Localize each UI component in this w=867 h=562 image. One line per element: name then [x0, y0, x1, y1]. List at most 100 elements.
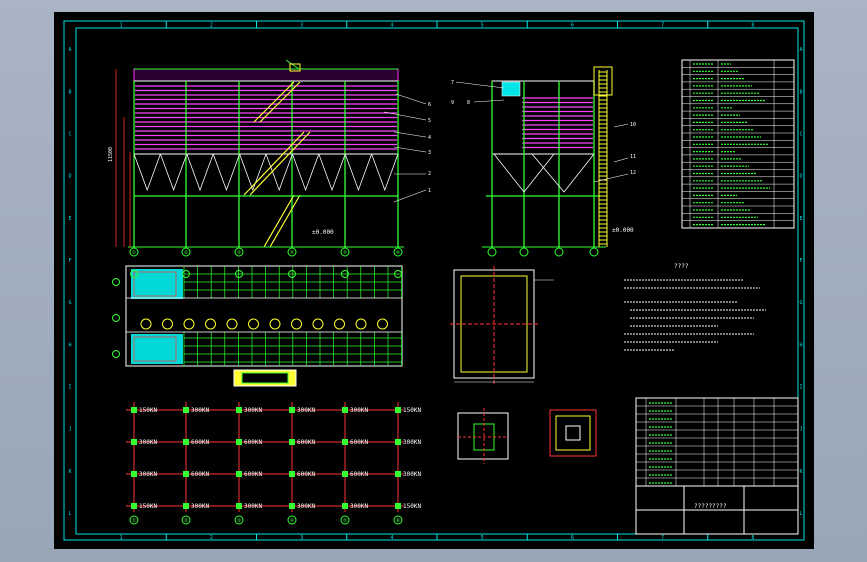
axis-label: ⑥ — [396, 518, 401, 524]
frame-row-label: G — [799, 300, 802, 306]
plan-nozzle — [248, 318, 259, 330]
load-label: 300KN — [139, 439, 157, 446]
drawing-canvas: 1122334455667788A AB BC CD DE EF FG GH HI IJ JK KL L — [63, 20, 805, 541]
drawing-sheet: 1122334455667788AABBCCDDEEFFGGHHIIJJKKLL — [54, 12, 814, 549]
axis-label: ③ — [237, 250, 242, 256]
axis-label: ④ — [290, 250, 295, 256]
foundation-pier — [236, 439, 242, 445]
frame-row-label: G — [68, 300, 71, 306]
frame-row-label: L — [68, 511, 71, 517]
load-label: 300KN — [297, 407, 315, 414]
svg-text:9: 9 — [451, 100, 454, 106]
cad-viewport[interactable]: 1122334455667788AABBCCDDEEFFGGHHIIJJKKLL — [0, 0, 867, 562]
frame-col-label: 1 — [120, 23, 123, 29]
foundation-pier — [289, 503, 295, 509]
frame-row-label: A — [68, 47, 71, 53]
frame-col-label: 2 — [210, 23, 213, 29]
frame-row-label: H — [68, 342, 71, 348]
frame-col-label: 8 — [751, 23, 754, 29]
load-label: 150KN — [139, 503, 157, 510]
title-block-name: ????????? — [694, 503, 727, 510]
foundation-pier — [395, 503, 401, 509]
foundation-pier — [289, 407, 295, 413]
load-label: 150KN — [403, 407, 421, 414]
axis-label: ③ — [237, 518, 242, 524]
foundation-pier — [131, 407, 137, 413]
load-label: 600KN — [244, 439, 262, 446]
load-label: 300KN — [350, 407, 368, 414]
load-label: 150KN — [139, 407, 157, 414]
axis-bubble — [112, 278, 120, 286]
svg-text:10: 10 — [630, 122, 636, 128]
load-label: 300KN — [297, 503, 315, 510]
frame-row-label: J — [799, 427, 802, 433]
small-details — [457, 408, 597, 464]
foundation-pier — [342, 407, 348, 413]
ash-hopper — [344, 153, 372, 192]
svg-text:4: 4 — [428, 135, 431, 141]
ash-hopper — [186, 153, 214, 192]
frame-row-label: B — [799, 89, 802, 95]
foundation-pier — [342, 471, 348, 477]
frame-col-label: 7 — [661, 535, 664, 541]
foundation-pier — [395, 407, 401, 413]
foundation-pier — [342, 503, 348, 509]
ash-hopper — [318, 153, 346, 192]
frame-col-label: 5 — [481, 23, 484, 29]
bom-frame — [635, 397, 799, 487]
foundation-pier — [236, 471, 242, 477]
svg-text:7: 7 — [451, 80, 454, 86]
notes: ???? — [624, 263, 766, 351]
axis-label: ⑥ — [396, 250, 401, 256]
frame-col-label: 2 — [210, 535, 213, 541]
ash-hopper — [133, 153, 161, 192]
axis-label: ① — [132, 518, 137, 524]
load-label: 300KN — [191, 503, 209, 510]
frame-row-label: L — [799, 511, 802, 517]
frame-row-label: I — [799, 384, 802, 390]
frame-row-label: K — [799, 469, 802, 475]
frame-col-label: 6 — [571, 535, 574, 541]
axis-label: ④ — [290, 518, 295, 524]
load-label: 300KN — [403, 471, 421, 478]
side-elevation: 7 9 8 10 11 12 ±0.000 — [451, 66, 636, 257]
plan-nozzle — [162, 318, 173, 330]
frame-row-label: F — [68, 258, 71, 264]
foundation-pier — [395, 439, 401, 445]
ground-level-mark: ±0.000 — [312, 229, 334, 236]
foundation-pier — [342, 439, 348, 445]
svg-text:3: 3 — [428, 150, 431, 156]
frame-col-label: 4 — [390, 535, 393, 541]
axis-bubble — [112, 314, 120, 322]
frame-col-label: 7 — [661, 23, 664, 29]
notes-title: ???? — [674, 263, 689, 270]
plan-nozzle — [334, 318, 345, 330]
parameter-table — [681, 59, 795, 229]
foundation-pier — [236, 407, 242, 413]
foundation-pier — [131, 471, 137, 477]
load-label: 600KN — [350, 439, 368, 446]
frame-col-label: 4 — [390, 23, 393, 29]
frame-row-label: E — [68, 216, 71, 222]
load-label: 300KN — [139, 471, 157, 478]
svg-text:2: 2 — [428, 171, 431, 177]
load-label: 600KN — [297, 439, 315, 446]
axis-label: ① — [132, 250, 137, 256]
title-block: ????????? — [635, 485, 799, 535]
load-label: 600KN — [297, 471, 315, 478]
foundation-pier — [183, 471, 189, 477]
ash-hopper — [292, 153, 320, 192]
frame-row-label: I — [68, 384, 71, 390]
svg-text:11: 11 — [630, 154, 636, 160]
frame-row-label: E — [799, 216, 802, 222]
frame-row-label: B — [68, 89, 71, 95]
frame-row-label: D — [68, 174, 71, 180]
foundation-pier — [395, 471, 401, 477]
plan-nozzle — [377, 318, 388, 330]
ladder-cage — [593, 66, 613, 96]
foundation-pier — [289, 439, 295, 445]
foundation-pier — [183, 407, 189, 413]
frame-col-label: 8 — [751, 535, 754, 541]
frame-col-label: 1 — [120, 535, 123, 541]
dim-height-1: 11500 — [108, 147, 114, 162]
